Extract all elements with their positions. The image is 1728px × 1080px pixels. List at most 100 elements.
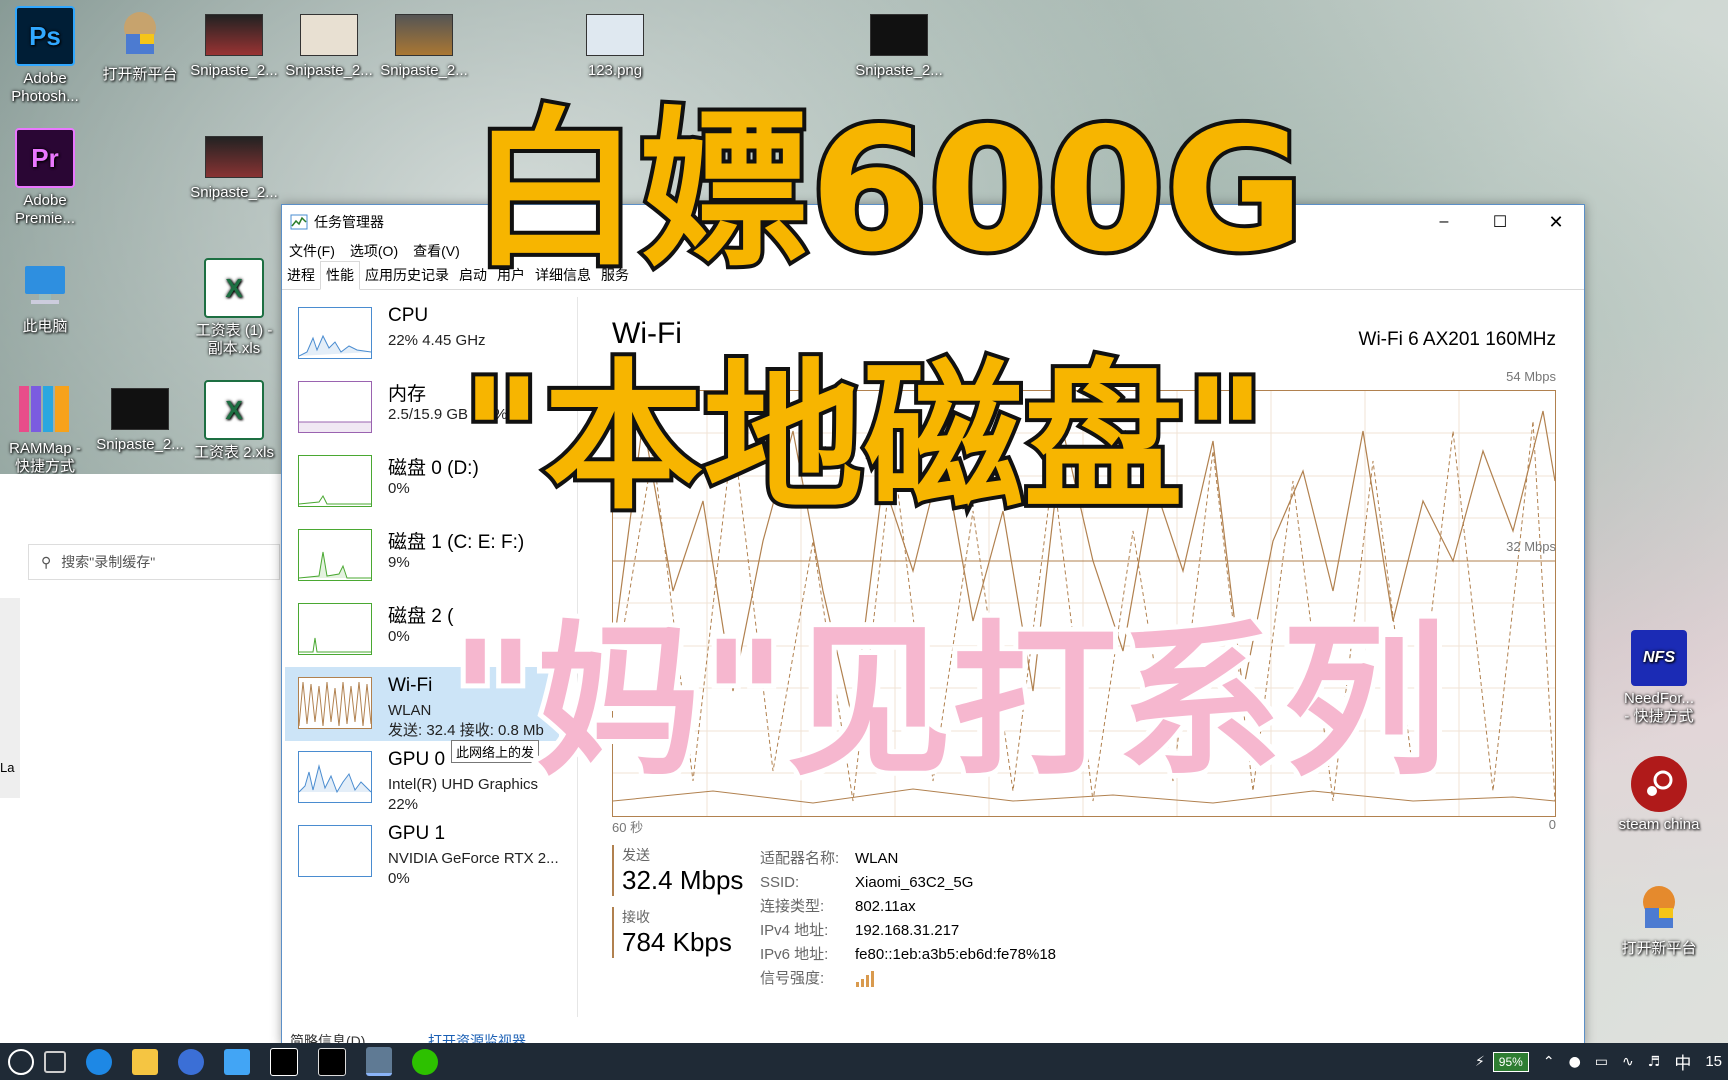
desktop-icon-premiere[interactable]: Pr Adobe Premie... — [0, 128, 92, 228]
desktop-icon-label: Adobe Photosh... — [11, 70, 79, 105]
file-explorer-icon[interactable] — [132, 1048, 158, 1075]
desktop-icon-label: 此电脑 — [22, 318, 68, 335]
desktop-icon-snipaste[interactable]: Snipaste_2... — [187, 6, 281, 80]
desktop-icon-label: RAMMap - 快捷方式 — [9, 440, 81, 474]
send-label: 发送 — [622, 847, 650, 863]
property-key: SSID: — [760, 874, 800, 891]
property-value: 192.168.31.217 — [855, 922, 960, 939]
wechat-icon[interactable] — [412, 1048, 438, 1075]
adapter-properties: 适配器名称: WLAN SSID: Xiaomi_63C2_5G 连接类型: 802.… — [760, 847, 1056, 991]
desktop-icon-snipaste[interactable]: Snipaste_2... — [282, 6, 376, 80]
image-thumbnail — [395, 14, 453, 56]
desktop-icon-label: Snipaste_2... — [190, 184, 278, 201]
sidebar-item-detail: 0% — [388, 480, 410, 497]
computer-icon — [17, 258, 73, 314]
property-row: 适配器名称: WLAN — [760, 847, 1056, 871]
desktop-icon-snipaste[interactable]: Snipaste_2... — [187, 128, 281, 202]
search-icon[interactable] — [8, 1048, 34, 1075]
photoshop-icon: Ps — [15, 6, 75, 66]
battery-indicator[interactable]: 95% — [1492, 1051, 1529, 1072]
graph-max-label: 54 Mbps — [1506, 369, 1556, 384]
desktop-icon-steam[interactable]: steam china — [1612, 756, 1706, 834]
desktop-icon-snipaste[interactable]: Snipaste_2... — [377, 6, 471, 80]
media-player-icon[interactable] — [224, 1048, 250, 1075]
ime-indicator[interactable]: 中 — [1674, 1049, 1691, 1074]
desktop-icon-label: Snipaste_2... — [285, 62, 373, 79]
menu-view[interactable]: 查看(V) — [413, 241, 460, 261]
image-thumbnail — [586, 14, 644, 56]
desktop-icon-label: Snipaste_2... — [380, 62, 468, 79]
clock[interactable]: 15 — [1705, 1053, 1722, 1070]
edge-icon[interactable] — [86, 1048, 112, 1075]
desktop-icon-platform[interactable]: 打开新平台 — [1612, 880, 1706, 958]
desktop-icon-label: 打开新平台 — [102, 66, 178, 83]
gpu-model: NVIDIA GeForce RTX 2... — [388, 850, 559, 867]
capcut-icon[interactable] — [318, 1047, 346, 1076]
task-manager-icon — [290, 214, 308, 230]
send-value: 32.4 Mbps — [622, 865, 744, 895]
steam-icon — [1631, 756, 1687, 812]
sidebar-item-detail: NVIDIA GeForce RTX 2... 0% — [388, 849, 559, 889]
desktop-icon-excel[interactable]: X 工资表 (1) - 副本.xls — [187, 258, 281, 358]
property-key: IPv6 地址: — [760, 946, 829, 963]
desktop-icon-platform[interactable]: 打开新平台 — [93, 6, 187, 84]
menu-options[interactable]: 选项(O) — [350, 241, 398, 261]
sidebar-item-gpu-1[interactable]: GPU 1 NVIDIA GeForce RTX 2... 0% — [285, 815, 559, 889]
volume-icon[interactable]: ♬ — [1648, 1054, 1661, 1070]
task-manager-taskbar-icon[interactable] — [366, 1047, 392, 1076]
tab-app-history[interactable]: 应用历史记录 — [360, 265, 454, 289]
sidebar-item-detail: 0% — [388, 628, 410, 645]
receive-stat: 接收 784 Kbps — [612, 907, 732, 958]
sidebar-item-name: 内存 — [388, 384, 427, 405]
explorer-item-label: La — [0, 760, 15, 775]
desktop-icon-nfs[interactable]: NFS NeedFor... - 快捷方式 — [1612, 630, 1706, 726]
desktop-icon-label: 打开新平台 — [1621, 940, 1697, 957]
chevron-up-icon[interactable]: ⌃ — [1543, 1054, 1555, 1070]
image-thumbnail — [870, 14, 928, 56]
battery-icon[interactable]: ▭ — [1595, 1054, 1608, 1070]
overlay-title-line3: "妈"见打系列 — [445, 601, 1452, 803]
sidebar-item-name: CPU — [388, 305, 429, 326]
excel-icon: X — [204, 380, 264, 440]
overlay-title-line1: 白嫖600G — [466, 88, 1308, 294]
taskbar: ⚡ 95% ⌃ ● ▭ ∿ ♬ 中 15 — [0, 1043, 1728, 1080]
desktop-icon-photoshop[interactable]: Ps Adobe Photosh... — [0, 6, 92, 106]
excel-icon: X — [204, 258, 264, 318]
task-view-icon[interactable] — [44, 1050, 66, 1073]
desktop-icon-label: Snipaste_2... — [190, 62, 278, 79]
clock-app-icon[interactable] — [178, 1048, 204, 1075]
wifi-icon[interactable]: ∿ — [1622, 1054, 1634, 1070]
desktop-icon-excel[interactable]: X 工资表 2.xls — [187, 380, 281, 462]
property-value: fe80::1eb:a3b5:eb6d:fe78%18 — [855, 946, 1057, 963]
desktop-icon-label: Adobe Premie... — [14, 192, 75, 227]
maximize-button[interactable]: ☐ — [1472, 212, 1528, 232]
nfs-icon: NFS — [1631, 630, 1687, 686]
file-explorer-window: ⚲ 搜索"录制缓存" La — [0, 474, 282, 1044]
desktop-icon-this-pc[interactable]: 此电脑 — [0, 258, 92, 336]
gpu-mini-graph — [298, 751, 372, 803]
search-input[interactable]: 搜索"录制缓存" — [61, 552, 155, 572]
desktop-icon-label: Snipaste_2... — [96, 436, 184, 453]
desktop-icon-snipaste[interactable]: Snipaste_2... — [93, 380, 187, 454]
property-row: 连接类型: 802.11ax — [760, 895, 1056, 919]
search-box[interactable]: ⚲ 搜索"录制缓存" — [28, 544, 280, 580]
rammap-icon — [17, 380, 73, 436]
desktop-icon-label: 工资表 2.xls — [193, 444, 274, 461]
wifi-mini-graph — [298, 677, 372, 729]
desktop-icon-rammap[interactable]: RAMMap - 快捷方式 — [0, 380, 92, 474]
disk-mini-graph — [298, 603, 372, 655]
sidebar-item-name: 磁盘 2 ( — [388, 606, 454, 627]
property-key: 信号强度: — [760, 970, 825, 987]
power-icon[interactable]: ⚡ — [1475, 1054, 1485, 1070]
property-value: 802.11ax — [855, 898, 916, 915]
app-icon[interactable] — [270, 1047, 298, 1076]
overlay-title-line2: "本地磁盘" — [456, 340, 1271, 535]
tab-performance[interactable]: 性能 — [320, 261, 360, 290]
close-button[interactable]: ✕ — [1528, 212, 1584, 233]
menu-file[interactable]: 文件(F) — [289, 241, 335, 261]
microphone-icon[interactable]: ● — [1569, 1054, 1581, 1070]
graph-zero-label: 0 — [1548, 817, 1556, 832]
minimize-button[interactable]: – — [1416, 213, 1472, 231]
property-row: 信号强度: — [760, 967, 1056, 991]
tab-processes[interactable]: 进程 — [282, 265, 320, 289]
